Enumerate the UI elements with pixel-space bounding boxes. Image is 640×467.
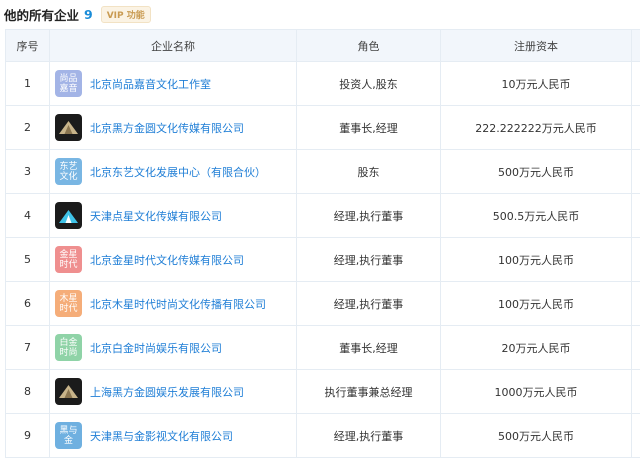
table-row: 4 天津点星文化传媒有限公司 经理,执行董事 500.5万元人民币	[5, 193, 640, 238]
extra-cell	[631, 281, 640, 326]
column-header-name: 企业名称	[49, 29, 297, 62]
company-name-link[interactable]: 天津黑与金影视文化有限公司	[90, 428, 233, 444]
company-name-link[interactable]: 北京金星时代文化传媒有限公司	[90, 252, 244, 268]
extra-cell	[631, 413, 640, 458]
company-logo[interactable]: 尚品 嘉音	[55, 70, 82, 97]
extra-cell	[631, 149, 640, 194]
column-header-capital: 注册资本	[440, 29, 632, 62]
company-cell: 尚品 嘉音 北京尚品嘉音文化工作室	[49, 61, 297, 106]
capital-cell: 500万元人民币	[440, 413, 632, 458]
extra-cell	[631, 105, 640, 150]
company-cell: 白金 时尚 北京白金时尚娱乐有限公司	[49, 325, 297, 370]
table-row: 3 东艺 文化 北京东艺文化发展中心（有限合伙） 股东 500万元人民币	[5, 149, 640, 194]
company-logo[interactable]: 白金 时尚	[55, 334, 82, 361]
table-row: 6 木星 时代 北京木星时代时尚文化传播有限公司 经理,执行董事 100万元人民币	[5, 281, 640, 326]
row-index: 5	[5, 237, 50, 282]
company-name-link[interactable]: 北京尚品嘉音文化工作室	[90, 76, 211, 92]
role-cell: 执行董事兼总经理	[296, 369, 441, 414]
table-row: 1 尚品 嘉音 北京尚品嘉音文化工作室 投资人,股东 10万元人民币	[5, 61, 640, 106]
table-row: 5 金星 时代 北京金星时代文化传媒有限公司 经理,执行董事 100万元人民币	[5, 237, 640, 282]
extra-cell	[631, 61, 640, 106]
column-header-role: 角色	[296, 29, 441, 62]
mountain-logo-icon[interactable]	[55, 114, 82, 141]
column-header-index: 序号	[5, 29, 50, 62]
role-cell: 董事长,经理	[296, 105, 441, 150]
company-logo[interactable]: 黑与 金	[55, 422, 82, 449]
extra-cell	[631, 369, 640, 414]
company-cell: 北京黑方金圆文化传媒有限公司	[49, 105, 297, 150]
row-index: 6	[5, 281, 50, 326]
company-cell: 黑与 金天津黑与金影视文化有限公司	[49, 413, 297, 458]
vip-badge[interactable]: VIP 功能	[100, 5, 151, 23]
company-logo[interactable]: 金星 时代	[55, 246, 82, 273]
row-index: 9	[5, 413, 50, 458]
role-cell: 投资人,股东	[296, 61, 441, 106]
capital-cell: 222.222222万元人民币	[440, 105, 632, 150]
company-name-link[interactable]: 北京木星时代时尚文化传播有限公司	[90, 296, 266, 312]
company-name-link[interactable]: 北京白金时尚娱乐有限公司	[90, 340, 222, 356]
role-cell: 经理,执行董事	[296, 193, 441, 238]
company-cell: 天津点星文化传媒有限公司	[49, 193, 297, 238]
capital-cell: 20万元人民币	[440, 325, 632, 370]
table-row: 9 黑与 金天津黑与金影视文化有限公司 经理,执行董事 500万元人民币	[5, 413, 640, 458]
company-name-link[interactable]: 北京东艺文化发展中心（有限合伙）	[90, 164, 266, 180]
capital-cell: 100万元人民币	[440, 237, 632, 282]
row-index: 2	[5, 105, 50, 150]
table-row: 2 北京黑方金圆文化传媒有限公司 董事长,经理 222.222222万元人民币	[5, 105, 640, 150]
row-index: 3	[5, 149, 50, 194]
row-index: 4	[5, 193, 50, 238]
row-index: 7	[5, 325, 50, 370]
column-header-extra	[631, 29, 640, 62]
company-table: 序号 企业名称 角色 注册资本 1 尚品 嘉音 北京尚品嘉音文化工作室 投资人,股东 1…	[5, 29, 640, 458]
role-cell: 董事长,经理	[296, 325, 441, 370]
row-index: 1	[5, 61, 50, 106]
role-cell: 经理,执行董事	[296, 413, 441, 458]
company-name-link[interactable]: 北京黑方金圆文化传媒有限公司	[90, 120, 244, 136]
company-count: 9	[84, 6, 93, 22]
company-cell: 上海黑方金圆娱乐发展有限公司	[49, 369, 297, 414]
company-cell: 东艺 文化 北京东艺文化发展中心（有限合伙）	[49, 149, 297, 194]
capital-cell: 100万元人民币	[440, 281, 632, 326]
section-title: 他的所有企业	[4, 7, 80, 23]
company-logo[interactable]: 东艺 文化	[55, 158, 82, 185]
capital-cell: 500万元人民币	[440, 149, 632, 194]
company-name-link[interactable]: 天津点星文化传媒有限公司	[90, 208, 222, 224]
capital-cell: 1000万元人民币	[440, 369, 632, 414]
row-index: 8	[5, 369, 50, 414]
capital-cell: 500.5万元人民币	[440, 193, 632, 238]
extra-cell	[631, 237, 640, 282]
extra-cell	[631, 325, 640, 370]
table-header-row: 序号 企业名称 角色 注册资本	[5, 29, 640, 62]
mountain-logo-icon[interactable]	[55, 378, 82, 405]
role-cell: 股东	[296, 149, 441, 194]
role-cell: 经理,执行董事	[296, 281, 441, 326]
capital-cell: 10万元人民币	[440, 61, 632, 106]
role-cell: 经理,执行董事	[296, 237, 441, 282]
star-mountain-logo-icon[interactable]	[55, 202, 82, 229]
company-name-link[interactable]: 上海黑方金圆娱乐发展有限公司	[90, 384, 244, 400]
table-row: 7 白金 时尚 北京白金时尚娱乐有限公司 董事长,经理 20万元人民币	[5, 325, 640, 370]
section-header: 他的所有企业 9 VIP 功能	[0, 0, 640, 28]
company-logo[interactable]: 木星 时代	[55, 290, 82, 317]
company-cell: 木星 时代 北京木星时代时尚文化传播有限公司	[49, 281, 297, 326]
extra-cell	[631, 193, 640, 238]
company-cell: 金星 时代 北京金星时代文化传媒有限公司	[49, 237, 297, 282]
table-row: 8 上海黑方金圆娱乐发展有限公司 执行董事兼总经理 1000万元人民币	[5, 369, 640, 414]
